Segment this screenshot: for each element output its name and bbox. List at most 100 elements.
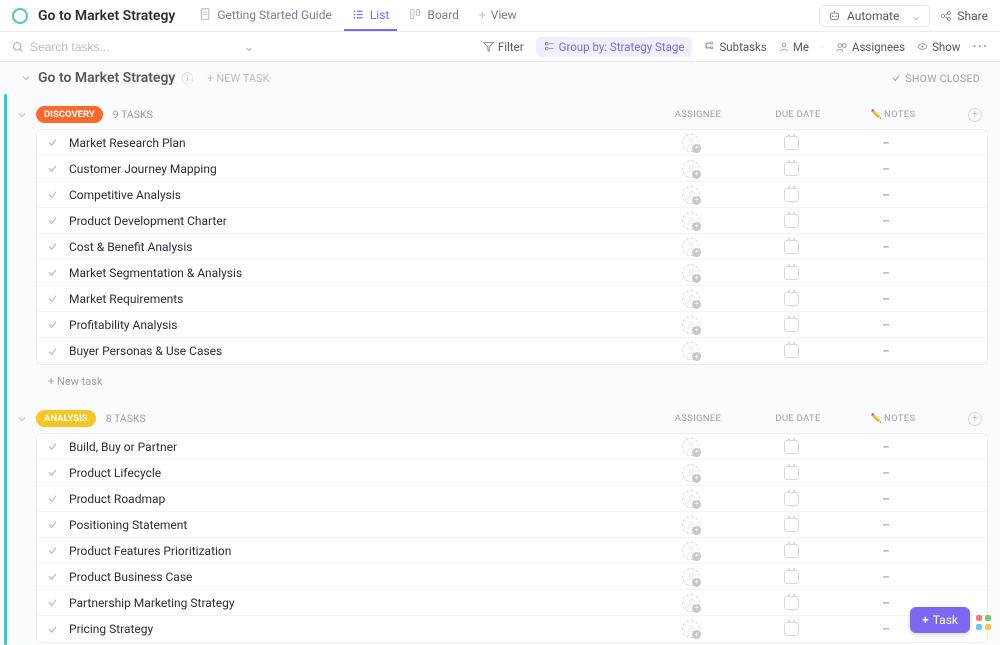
show-closed-button[interactable]: SHOW CLOSED bbox=[891, 72, 980, 85]
due-date-cell[interactable] bbox=[761, 518, 821, 532]
col-assignee[interactable]: ASSIGNEE bbox=[668, 413, 728, 424]
info-icon[interactable]: ⓘ bbox=[181, 70, 193, 87]
complete-check-icon[interactable] bbox=[47, 467, 59, 478]
assignee-cell[interactable] bbox=[661, 620, 721, 638]
assignee-cell[interactable] bbox=[661, 594, 721, 612]
tab-board[interactable]: Board bbox=[401, 0, 467, 31]
tab-getting-started[interactable]: Getting Started Guide bbox=[191, 0, 339, 31]
task-row[interactable]: Product Development Charter – bbox=[37, 208, 987, 234]
assignee-cell[interactable] bbox=[661, 342, 721, 360]
complete-check-icon[interactable] bbox=[47, 241, 59, 252]
task-row[interactable]: Product Lifecycle – bbox=[37, 460, 987, 486]
notes-cell[interactable]: – bbox=[861, 266, 911, 280]
notes-cell[interactable]: – bbox=[861, 622, 911, 636]
due-date-cell[interactable] bbox=[761, 344, 821, 358]
apps-launcher-icon[interactable] bbox=[976, 615, 992, 631]
due-date-cell[interactable] bbox=[761, 292, 821, 306]
complete-check-icon[interactable] bbox=[47, 441, 59, 452]
search-input[interactable] bbox=[30, 40, 230, 54]
complete-check-icon[interactable] bbox=[47, 319, 59, 330]
notes-cell[interactable]: – bbox=[861, 292, 911, 306]
tab-add-view[interactable]: + View bbox=[471, 0, 525, 31]
due-date-cell[interactable] bbox=[761, 318, 821, 332]
complete-check-icon[interactable] bbox=[47, 346, 59, 357]
col-due-date[interactable]: DUE DATE bbox=[768, 109, 828, 120]
group-collapse-icon[interactable] bbox=[16, 109, 28, 121]
share-button[interactable]: Share bbox=[940, 9, 988, 23]
notes-cell[interactable]: – bbox=[861, 570, 911, 584]
due-date-cell[interactable] bbox=[761, 136, 821, 150]
complete-check-icon[interactable] bbox=[47, 571, 59, 582]
more-menu-button[interactable]: ··· bbox=[972, 37, 988, 56]
add-column-button[interactable]: + bbox=[968, 412, 982, 426]
task-row[interactable]: Profitability Analysis – bbox=[37, 312, 987, 338]
assignee-cell[interactable] bbox=[661, 264, 721, 282]
task-row[interactable]: Market Segmentation & Analysis – bbox=[37, 260, 987, 286]
complete-check-icon[interactable] bbox=[47, 597, 59, 608]
due-date-cell[interactable] bbox=[761, 492, 821, 506]
due-date-cell[interactable] bbox=[761, 266, 821, 280]
collapse-icon[interactable] bbox=[20, 72, 32, 84]
due-date-cell[interactable] bbox=[761, 162, 821, 176]
groupby-pill[interactable]: Group by: Strategy Stage bbox=[536, 37, 693, 57]
assignee-cell[interactable] bbox=[661, 516, 721, 534]
new-task-inline[interactable]: + NEW TASK bbox=[207, 72, 269, 85]
notes-cell[interactable]: – bbox=[861, 596, 911, 610]
due-date-cell[interactable] bbox=[761, 622, 821, 636]
due-date-cell[interactable] bbox=[761, 466, 821, 480]
complete-check-icon[interactable] bbox=[47, 493, 59, 504]
complete-check-icon[interactable] bbox=[47, 137, 59, 148]
task-row[interactable]: Customer Journey Mapping – bbox=[37, 156, 987, 182]
assignee-cell[interactable] bbox=[661, 238, 721, 256]
assignee-cell[interactable] bbox=[661, 290, 721, 308]
assignee-cell[interactable] bbox=[661, 212, 721, 230]
assignee-cell[interactable] bbox=[661, 186, 721, 204]
due-date-cell[interactable] bbox=[761, 240, 821, 254]
task-row[interactable]: Competitive Analysis – bbox=[37, 182, 987, 208]
task-row[interactable]: Cost & Benefit Analysis – bbox=[37, 234, 987, 260]
assignee-cell[interactable] bbox=[661, 542, 721, 560]
assignee-cell[interactable] bbox=[661, 316, 721, 334]
assignees-button[interactable]: Assignees bbox=[836, 40, 905, 54]
due-date-cell[interactable] bbox=[761, 188, 821, 202]
task-row[interactable]: Product Roadmap – bbox=[37, 486, 987, 512]
notes-cell[interactable]: – bbox=[861, 214, 911, 228]
task-row[interactable]: Buyer Personas & Use Cases – bbox=[37, 338, 987, 364]
assignee-cell[interactable] bbox=[661, 490, 721, 508]
notes-cell[interactable]: – bbox=[861, 466, 911, 480]
task-row[interactable]: Positioning Statement – bbox=[37, 512, 987, 538]
task-row[interactable]: Partnership Marketing Strategy – bbox=[37, 590, 987, 616]
complete-check-icon[interactable] bbox=[47, 189, 59, 200]
complete-check-icon[interactable] bbox=[47, 215, 59, 226]
notes-cell[interactable]: – bbox=[861, 440, 911, 454]
group-badge[interactable]: ANALYSIS bbox=[36, 410, 96, 427]
col-notes[interactable]: NOTES bbox=[868, 413, 918, 424]
notes-cell[interactable]: – bbox=[861, 492, 911, 506]
assignee-cell[interactable] bbox=[661, 568, 721, 586]
notes-cell[interactable]: – bbox=[861, 136, 911, 150]
automate-button[interactable]: Automate ⌄ bbox=[819, 5, 930, 27]
filter-button[interactable]: Filter bbox=[483, 40, 524, 54]
notes-cell[interactable]: – bbox=[861, 544, 911, 558]
due-date-cell[interactable] bbox=[761, 596, 821, 610]
assignee-cell[interactable] bbox=[661, 134, 721, 152]
col-assignee[interactable]: ASSIGNEE bbox=[668, 109, 728, 120]
me-button[interactable]: Me bbox=[779, 40, 809, 54]
chevron-down-icon[interactable]: ⌄ bbox=[244, 40, 254, 54]
tab-list[interactable]: List bbox=[344, 0, 398, 31]
notes-cell[interactable]: – bbox=[861, 518, 911, 532]
notes-cell[interactable]: – bbox=[861, 240, 911, 254]
task-row[interactable]: Build, Buy or Partner – bbox=[37, 434, 987, 460]
new-task-button[interactable]: + New task bbox=[36, 365, 988, 398]
col-notes[interactable]: NOTES bbox=[868, 109, 918, 120]
task-row[interactable]: Market Requirements – bbox=[37, 286, 987, 312]
assignee-cell[interactable] bbox=[661, 160, 721, 178]
due-date-cell[interactable] bbox=[761, 570, 821, 584]
task-row[interactable]: Product Business Case – bbox=[37, 564, 987, 590]
due-date-cell[interactable] bbox=[761, 440, 821, 454]
project-name[interactable]: Go to Market Strategy bbox=[38, 70, 175, 86]
task-row[interactable]: Product Features Prioritization – bbox=[37, 538, 987, 564]
notes-cell[interactable]: – bbox=[861, 188, 911, 202]
floating-task-button[interactable]: + Task bbox=[910, 607, 970, 633]
show-button[interactable]: Show bbox=[917, 40, 960, 54]
